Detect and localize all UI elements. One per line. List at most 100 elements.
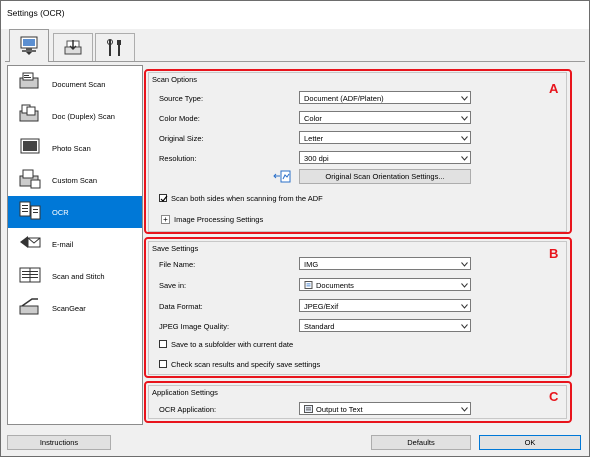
stitch-icon [19, 267, 41, 283]
jpeg-quality-label: JPEG Image Quality: [159, 322, 230, 331]
documents-folder-icon [304, 281, 313, 289]
photo-scan-icon [20, 138, 40, 154]
check-results-checkbox[interactable] [159, 360, 167, 368]
sidebar-item-label: Photo Scan [52, 144, 91, 153]
sidebar-item-duplex-scan[interactable]: Doc (Duplex) Scan [8, 100, 142, 132]
tools-icon [107, 38, 121, 56]
ocr-application-select[interactable]: Output to Text [299, 402, 471, 415]
file-name-value: IMG [304, 260, 319, 269]
resolution-label: Resolution: [159, 154, 197, 163]
callout-letter-c: C [549, 389, 559, 404]
chevron-down-icon [461, 96, 468, 101]
callout-letter-b: B [549, 246, 559, 261]
source-type-row: Source Type: Document (ADF/Platen) [159, 91, 473, 105]
tab-scan-from-computer[interactable] [9, 29, 49, 62]
sidebar-item-scangear[interactable]: ScanGear [8, 292, 142, 324]
color-mode-label: Color Mode: [159, 114, 200, 123]
callout-letter-a: A [549, 81, 559, 96]
scan-type-list: Document Scan Doc (Duplex) Scan Photo Sc… [7, 65, 143, 425]
ocr-application-row: OCR Application: Output to Text [159, 402, 473, 416]
save-in-label: Save in: [159, 281, 187, 290]
scangear-icon [19, 298, 39, 315]
orientation-settings-button[interactable]: Original Scan Orientation Settings... [299, 169, 471, 184]
chevron-down-icon [461, 324, 468, 329]
image-processing-expander[interactable]: + [161, 215, 170, 224]
window-title: Settings (OCR) [7, 8, 65, 18]
checkmark-icon [160, 195, 168, 202]
duplex-scan-icon [19, 104, 39, 122]
both-sides-checkbox[interactable] [159, 194, 168, 202]
ocr-application-value: Output to Text [316, 405, 363, 414]
save-in-select[interactable]: Documents [299, 278, 471, 291]
jpeg-quality-select[interactable]: Standard [299, 319, 471, 332]
email-icon [20, 236, 41, 248]
sidebar-item-label: E-mail [52, 240, 74, 249]
color-mode-row: Color Mode: Color [159, 111, 473, 125]
data-format-select[interactable]: JPEG/Exif [299, 299, 471, 312]
sidebar-item-label: Document Scan [52, 80, 106, 89]
sidebar-item-label: ScanGear [52, 304, 86, 313]
tab-scan-from-panel[interactable] [53, 33, 93, 61]
chevron-down-icon [461, 283, 468, 288]
application-settings-group: Application Settings OCR Application: Ou… [148, 385, 567, 419]
resolution-value: 300 dpi [304, 154, 329, 163]
tab-general-settings[interactable] [95, 33, 135, 61]
sidebar-item-document-scan[interactable]: Document Scan [8, 68, 142, 100]
sidebar-item-scan-and-stitch[interactable]: Scan and Stitch [8, 260, 142, 292]
orientation-icon [273, 170, 291, 183]
sidebar-item-label: OCR [52, 208, 69, 217]
sidebar-item-label: Scan and Stitch [52, 272, 105, 281]
scan-options-title: Scan Options [152, 75, 198, 84]
jpeg-quality-row: JPEG Image Quality: Standard [159, 319, 473, 333]
original-size-value: Letter [304, 134, 324, 143]
document-scan-icon [19, 72, 39, 89]
color-mode-value: Color [304, 114, 322, 123]
text-output-icon [304, 405, 313, 413]
jpeg-quality-value: Standard [304, 322, 335, 331]
source-type-select[interactable]: Document (ADF/Platen) [299, 91, 471, 104]
chevron-down-icon [461, 262, 468, 267]
source-type-label: Source Type: [159, 94, 204, 103]
save-settings-group: Save Settings File Name: IMG Save in: Do… [148, 241, 567, 375]
file-name-label: File Name: [159, 260, 196, 269]
ok-button[interactable]: OK [479, 435, 581, 450]
subfolder-checkbox[interactable] [159, 340, 167, 348]
save-settings-title: Save Settings [152, 244, 199, 253]
original-size-select[interactable]: Letter [299, 131, 471, 144]
original-size-row: Original Size: Letter [159, 131, 473, 145]
save-in-row: Save in: Documents [159, 278, 473, 292]
original-size-label: Original Size: [159, 134, 204, 143]
source-type-value: Document (ADF/Platen) [304, 94, 384, 103]
panel-scan-icon [64, 39, 82, 54]
custom-scan-icon [19, 169, 41, 189]
sidebar-item-ocr[interactable]: OCR [8, 196, 142, 228]
color-mode-select[interactable]: Color [299, 111, 471, 124]
sidebar-item-label: Custom Scan [52, 176, 98, 185]
ocr-application-label: OCR Application: [159, 405, 217, 414]
sidebar-item-email[interactable]: E-mail [8, 228, 142, 260]
save-in-value: Documents [316, 281, 354, 290]
data-format-value: JPEG/Exif [304, 302, 339, 311]
chevron-down-icon [461, 304, 468, 309]
sidebar-item-photo-scan[interactable]: Photo Scan [8, 132, 142, 164]
file-name-row: File Name: IMG [159, 257, 473, 271]
image-processing-label: Image Processing Settings [174, 215, 264, 224]
scan-options-group: Scan Options Source Type: Document (ADF/… [148, 72, 567, 232]
chevron-down-icon [461, 407, 468, 412]
ocr-icon [19, 201, 41, 220]
resolution-select[interactable]: 300 dpi [299, 151, 471, 164]
file-name-combo[interactable]: IMG [299, 257, 471, 270]
check-results-label: Check scan results and specify save sett… [171, 360, 321, 369]
data-format-label: Data Format: [159, 302, 203, 311]
chevron-down-icon [461, 156, 468, 161]
sidebar-item-label: Doc (Duplex) Scan [52, 112, 115, 121]
title-bar: Settings (OCR) [1, 1, 589, 29]
chevron-down-icon [461, 116, 468, 121]
resolution-row: Resolution: 300 dpi [159, 151, 473, 165]
settings-window: Settings (OCR) Document Scan Doc (Duplex… [0, 0, 590, 457]
defaults-button[interactable]: Defaults [371, 435, 471, 450]
both-sides-label: Scan both sides when scanning from the A… [171, 194, 323, 203]
subfolder-label: Save to a subfolder with current date [171, 340, 294, 349]
sidebar-item-custom-scan[interactable]: Custom Scan [8, 164, 142, 196]
instructions-button[interactable]: Instructions [7, 435, 111, 450]
